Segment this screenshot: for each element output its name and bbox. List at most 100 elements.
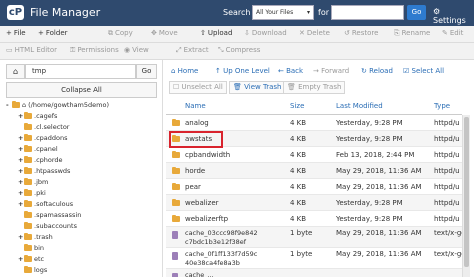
toolbar-copy-button[interactable]: ⧉ Copy [108,29,133,38]
tree-item[interactable]: + .cagefs [18,111,57,122]
tree-item[interactable]: + .cpanel [18,144,58,155]
column-size[interactable]: Size [290,102,304,110]
tree-item[interactable]: + .softaculous [18,199,73,210]
select-all-button[interactable]: ☑ Select All [403,67,444,75]
arrow-up-icon: ↑ [215,67,224,75]
file-name[interactable]: horde [185,167,205,175]
toolbar-view-button[interactable]: ◉ View [124,46,149,54]
toolbar-label: Compress [225,46,261,54]
toolbar-folder-button[interactable]: + Folder [38,29,68,37]
tree-item[interactable]: + .pki [18,188,46,199]
tree-item[interactable]: + .cphorde [18,155,63,166]
toolbar-upload-button[interactable]: ⇧ Upload [200,29,232,37]
tree-item[interactable]: logs [18,265,47,276]
search-go-button[interactable]: Go [407,5,426,20]
folder-icon [172,183,180,190]
file-name[interactable]: cache_0f1ff133f7d59c 40e38ca4fe8a3b [185,250,257,268]
column-last-modified[interactable]: Last Modified [336,102,383,110]
file-row[interactable]: cache_03ccc98f9e842 c7bdc1b3e12f38ef 1 byt… [166,227,466,248]
move-icon: ✥ [151,29,157,37]
toolbar-rename-button[interactable]: ⎘ Rename [394,29,430,38]
file-size: 4 KB [290,119,307,127]
collapse-all-button[interactable]: Collapse All [6,82,157,98]
file-name[interactable]: webalizer [185,199,219,207]
search-scope-select[interactable]: All Your Files ▾ [252,5,314,20]
file-size: 4 KB [290,183,307,191]
file-modified: May 29, 2018, 11:36 AM [336,167,422,175]
path-input[interactable]: tmp [25,64,136,79]
tree-item[interactable]: + .cpaddons [18,133,67,144]
scrollbar-thumb[interactable] [464,117,469,267]
file-row[interactable]: cache_0f1ff133f7d59c 40e38ca4fe8a3b 1 byte… [166,248,466,269]
toolbar-html-editor-button[interactable]: ▭ HTML Editor [6,46,57,54]
file-name[interactable]: cache_03ccc98f9e842 c7bdc1b3e12f38ef [185,229,258,247]
file-icon [172,273,178,277]
toolbar-file-button[interactable]: + File [6,29,26,37]
file-name[interactable]: analog [185,119,209,127]
tree-item[interactable]: + etc [18,254,44,265]
file-size: 4 KB [290,215,307,223]
file-row[interactable]: cache_... [166,269,462,277]
home-directory-button[interactable]: ⌂ [6,64,25,79]
tree-item-label: logs [34,266,48,274]
file-name[interactable]: cpbandwidth [185,151,230,159]
nav-forward-label: Forward [321,67,350,75]
folder-icon [24,156,32,163]
path-go-button[interactable]: Go [136,64,157,79]
file-row[interactable]: horde 4 KB May 29, 2018, 11:36 AM httpd/u [166,163,462,179]
tree-item[interactable]: - ⌂ (/home/gowtham5demo) [6,100,109,111]
toolbar-restore-button[interactable]: ↺ Restore [344,29,378,37]
column-name[interactable]: Name [185,102,206,110]
file-name-line: cache_03ccc98f9e842 [185,229,258,237]
unselect-all-button[interactable]: ☐ Unselect All [169,81,227,94]
file-name[interactable]: webalizerftp [185,215,228,223]
column-type[interactable]: Type [434,102,450,110]
toolbar-label: Download [251,29,287,37]
file-name-line: 40e38ca4fe8a3b [185,259,240,267]
nav-forward-button[interactable]: → Forward [313,67,349,75]
file-name[interactable]: pear [185,183,201,191]
toolbar-delete-button[interactable]: ✕ Delete [299,29,330,37]
file-modified: Feb 13, 2018, 2:44 PM [336,151,415,159]
toolbar-download-button[interactable]: ⇩ Download [244,29,287,37]
extract-icon: ⤢ [176,46,182,54]
home-icon: ⌂ [12,67,19,76]
nav-home-button[interactable]: ⌂ Home [171,67,198,75]
file-type: text/x-ge [434,229,466,237]
cpanel-logo[interactable]: cP [7,5,24,20]
toolbar-permissions-button[interactable]: ⚿ Permissions [70,46,119,55]
folder-icon [24,200,32,207]
toolbar-extract-button[interactable]: ⤢ Extract [176,46,209,55]
tree-item[interactable]: + .jbm [18,177,48,188]
file-row[interactable]: pear 4 KB May 29, 2018, 11:36 AM httpd/u [166,179,462,195]
folder-icon [24,244,32,251]
file-row[interactable]: webalizer 4 KB Yesterday, 9:28 PM httpd/u [166,195,462,211]
empty-trash-button[interactable]: 🗑 Empty Trash [283,81,346,94]
file-list-scrollbar[interactable] [462,115,470,277]
nav-reload-button[interactable]: ↻ Reload [361,67,393,75]
file-row[interactable]: webalizerftp 4 KB Yesterday, 9:28 PM httpd/… [166,211,462,227]
tree-item[interactable]: .spamassassin [18,210,81,221]
nav-up-button[interactable]: ↑ Up One Level [215,67,270,75]
file-type: httpd/u [434,135,460,143]
tree-item[interactable]: .cl.selector [18,122,69,133]
folder-icon-wrap [172,183,182,191]
folder-icon [172,167,180,174]
settings-button[interactable]: ⚙ Settings [433,7,474,25]
file-row[interactable]: analog 4 KB Yesterday, 9:28 PM httpd/u [166,115,462,131]
tree-item[interactable]: + .trash [18,232,53,243]
toolbar-move-button[interactable]: ✥ Move [151,29,178,37]
view-trash-button[interactable]: 🗑 View Trash [229,81,286,94]
toolbar-edit-button[interactable]: ✎ Edit [442,29,463,37]
nav-back-button[interactable]: ← Back [278,67,303,75]
search-input[interactable] [331,5,404,20]
file-name[interactable]: cache_... [185,271,214,277]
tree-item[interactable]: .subaccounts [18,221,77,232]
file-row[interactable]: cpbandwidth 4 KB Feb 13, 2018, 2:44 PM http… [166,147,462,163]
tree-item[interactable]: + .htpasswds [18,166,70,177]
folder-icon [24,167,32,174]
toolbar-compress-button[interactable]: ⤡ Compress [218,46,260,55]
folder-icon [24,233,32,240]
folder-icon [24,189,32,196]
tree-item[interactable]: bin [18,243,44,254]
